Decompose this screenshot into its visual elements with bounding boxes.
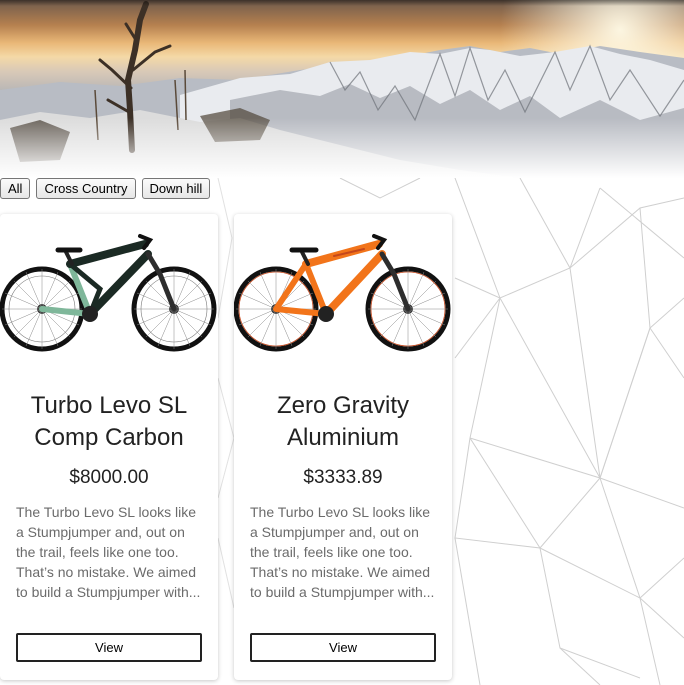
bike-image <box>0 234 217 352</box>
bike-image <box>233 234 451 352</box>
product-price: $8000.00 <box>69 467 149 488</box>
product-card: Zero Gravity Aluminium $3333.89 The Turb… <box>233 214 452 680</box>
mountain-scene <box>0 0 684 178</box>
product-description: The Turbo Levo SL looks like a Stumpjump… <box>16 504 201 600</box>
product-card: Turbo Levo SL Comp Carbon $8000.00 The T… <box>0 214 218 680</box>
filter-cross-country-button[interactable]: Cross Country <box>36 178 136 199</box>
filter-all-button[interactable]: All <box>0 178 31 199</box>
view-product-button[interactable]: View <box>250 633 436 662</box>
product-description: The Turbo Levo SL looks like a Stumpjump… <box>250 504 435 600</box>
page: All Cross Country Down hill Turbo Levo S… <box>0 0 684 685</box>
category-filter-bar: All Cross Country Down hill <box>0 178 211 199</box>
hero-banner-image <box>0 0 684 178</box>
product-image[interactable] <box>233 214 452 364</box>
product-title: Turbo Levo SL Comp Carbon <box>30 392 188 451</box>
view-product-button[interactable]: View <box>16 633 202 662</box>
product-price: $3333.89 <box>303 467 383 488</box>
filter-down-hill-button[interactable]: Down hill <box>141 178 211 199</box>
product-title: Zero Gravity Aluminium <box>276 392 410 451</box>
product-image[interactable] <box>0 214 218 364</box>
